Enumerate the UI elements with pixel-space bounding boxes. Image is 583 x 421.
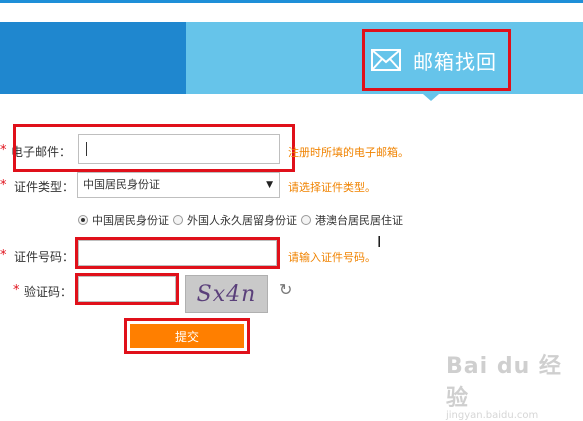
submit-button[interactable]: 提交 <box>130 324 244 348</box>
radio-checked-icon <box>78 215 88 225</box>
id-number-label: 证件号码： <box>14 250 75 264</box>
envelope-icon <box>371 49 401 71</box>
watermark-logo: Bai du 经验 <box>446 354 562 411</box>
required-mark: * <box>0 143 7 158</box>
email-field[interactable] <box>78 134 280 164</box>
radio-id-foreign[interactable]: 外国人永久居留身份证 <box>173 212 297 228</box>
watermark: Bai du 经验 jingyan.baidu.com <box>446 348 583 421</box>
captcha-label: 验证码： <box>24 285 73 299</box>
id-type-hint: 请选择证件类型。 <box>288 181 376 194</box>
radio-label: 中国居民身份证 <box>92 214 169 227</box>
email-hint: 注册时所填的电子邮箱。 <box>288 146 409 159</box>
required-mark: * <box>0 178 7 193</box>
top-accent-line <box>0 0 583 3</box>
required-mark: * <box>13 283 20 298</box>
dropdown-arrow-icon: ▼ <box>266 180 273 190</box>
radio-label: 外国人永久居留身份证 <box>187 214 297 227</box>
radio-unchecked-icon <box>173 215 183 225</box>
id-type-radio-group: 中国居民身份证 外国人永久居留身份证 港澳台居民居住证 <box>78 212 407 228</box>
required-mark: * <box>0 248 7 263</box>
captcha-field[interactable] <box>78 276 176 302</box>
header-tab-left[interactable] <box>0 22 186 94</box>
submit-highlight: 提交 <box>124 318 250 354</box>
radio-label: 港澳台居民居住证 <box>315 214 403 227</box>
tab-title: 邮箱找回 <box>413 49 497 74</box>
id-number-hint: 请输入证件号码。 <box>288 251 376 264</box>
captcha-image[interactable]: Sx4n <box>185 275 268 313</box>
id-type-selected: 中国居民身份证 <box>83 178 160 191</box>
refresh-icon[interactable]: ↻ <box>279 280 292 299</box>
id-number-field[interactable] <box>78 240 277 266</box>
id-type-label: 证件类型： <box>14 180 75 194</box>
ibeam-cursor-icon: I <box>377 233 382 251</box>
tab-email-recovery[interactable]: 邮箱找回 <box>362 29 511 91</box>
tab-pointer <box>423 94 439 101</box>
radio-unchecked-icon <box>301 215 311 225</box>
radio-id-cn[interactable]: 中国居民身份证 <box>78 212 169 228</box>
text-caret <box>86 142 87 156</box>
watermark-url: jingyan.baidu.com <box>446 410 539 421</box>
id-type-select[interactable]: 中国居民身份证 ▼ <box>77 172 280 198</box>
radio-id-hkmotw[interactable]: 港澳台居民居住证 <box>301 212 403 228</box>
